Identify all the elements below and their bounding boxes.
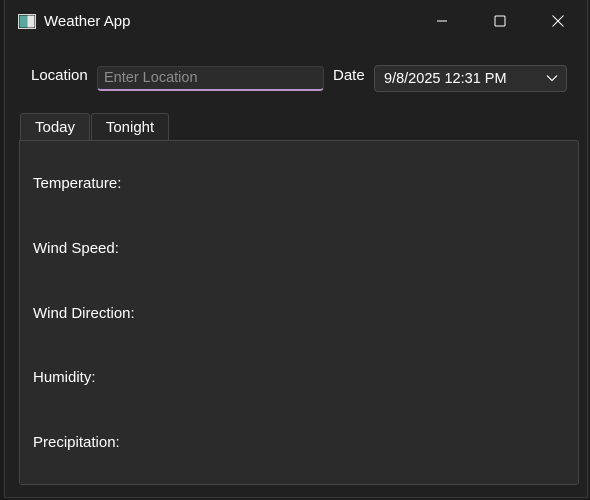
location-input[interactable]	[97, 66, 324, 91]
date-picker[interactable]: 9/8/2025 12:31 PM	[374, 65, 567, 92]
humidity-label: Humidity:	[33, 369, 96, 386]
tab-tonight[interactable]: Tonight	[91, 113, 169, 141]
close-button[interactable]	[535, 0, 581, 42]
location-label: Location	[31, 67, 88, 84]
date-label: Date	[333, 67, 365, 84]
tab-tonight-label: Tonight	[105, 119, 155, 136]
app-window-icon	[18, 14, 36, 29]
app-window: Weather App Location Date 9/8/2025 12:31…	[4, 0, 588, 498]
tab-today-label: Today	[34, 119, 76, 136]
minimize-button[interactable]	[419, 0, 465, 42]
title-bar[interactable]: Weather App	[5, 0, 589, 42]
temperature-label: Temperature:	[33, 175, 122, 192]
maximize-button[interactable]	[477, 0, 523, 42]
close-icon	[552, 15, 564, 27]
window-title: Weather App	[44, 13, 131, 30]
wind-speed-label: Wind Speed:	[33, 240, 119, 257]
minimize-icon	[437, 20, 447, 22]
chevron-down-icon	[546, 75, 558, 82]
precipitation-label: Precipitation:	[33, 434, 120, 451]
tab-panel-today: Temperature: Wind Speed: Wind Direction:…	[19, 140, 579, 485]
date-value: 9/8/2025 12:31 PM	[384, 71, 507, 87]
wind-direction-label: Wind Direction:	[33, 305, 135, 322]
maximize-icon	[494, 15, 506, 27]
tab-today[interactable]: Today	[20, 113, 90, 141]
